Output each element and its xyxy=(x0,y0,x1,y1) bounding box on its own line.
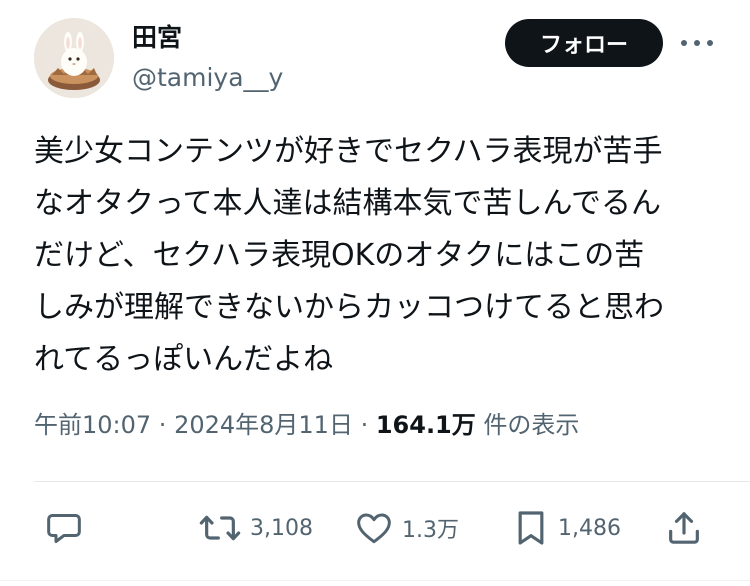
views-count: 164.1万 xyxy=(375,411,476,439)
author-handle[interactable]: @tamiya__y xyxy=(132,62,283,94)
tweet-text-line: だけど、セクハラ表現OKのオタクにはこの苦 xyxy=(34,238,645,273)
bookmark-count: 1,486 xyxy=(558,515,621,541)
tweet-text-line: なオタクって本人達は結構本気で苦しんでるん xyxy=(34,186,661,221)
meta-separator: · xyxy=(151,411,175,439)
retweet-icon xyxy=(199,515,241,541)
divider xyxy=(34,481,750,482)
bottom-divider xyxy=(0,580,750,581)
share-button[interactable] xyxy=(664,500,704,556)
more-dot xyxy=(707,40,713,46)
reply-button[interactable] xyxy=(44,500,84,556)
more-dot xyxy=(694,40,700,46)
tweet-card: 田宮 @tamiya__y フォロー 美少女コンテンツが好きでセクハラ表現が苦手… xyxy=(0,0,750,586)
meta-separator: · xyxy=(352,411,376,439)
author-display-name[interactable]: 田宮 xyxy=(132,22,182,54)
tweet-meta: 午前10:07 · 2024年8月11日 · 164.1万 件の表示 xyxy=(34,408,579,442)
bookmark-button[interactable]: 1,486 xyxy=(512,500,621,556)
heart-icon xyxy=(357,513,391,544)
avatar-image xyxy=(34,18,114,98)
follow-button[interactable]: フォロー xyxy=(505,19,663,67)
views-label: 件の表示 xyxy=(483,411,580,439)
speech-bubble-icon xyxy=(47,514,81,543)
retweet-count: 3,108 xyxy=(250,515,313,541)
avatar[interactable] xyxy=(34,18,114,98)
tweet-text: 美少女コンテンツが好きでセクハラ表現が苦手 なオタクって本人達は結構本気で苦しん… xyxy=(34,126,724,386)
bookmark-icon xyxy=(518,511,544,545)
like-count: 1.3万 xyxy=(402,518,459,543)
retweet-button[interactable]: 3,108 xyxy=(198,500,313,556)
tweet-text-line: れてるっぽいんだよね xyxy=(34,342,334,377)
more-dot xyxy=(681,40,687,46)
more-options-icon[interactable] xyxy=(681,33,713,53)
tweet-text-line: しみが理解できないからカッコつけてると思わ xyxy=(34,290,664,325)
like-button[interactable]: 1.3万 xyxy=(354,500,459,556)
tweet-time[interactable]: 午前10:07 xyxy=(34,411,151,439)
share-arrow-icon xyxy=(669,512,699,544)
tweet-date[interactable]: 2024年8月11日 xyxy=(174,411,353,439)
tweet-text-line: 美少女コンテンツが好きでセクハラ表現が苦手 xyxy=(34,134,663,169)
action-bar: 3,108 1.3万 1,486 xyxy=(0,500,750,556)
